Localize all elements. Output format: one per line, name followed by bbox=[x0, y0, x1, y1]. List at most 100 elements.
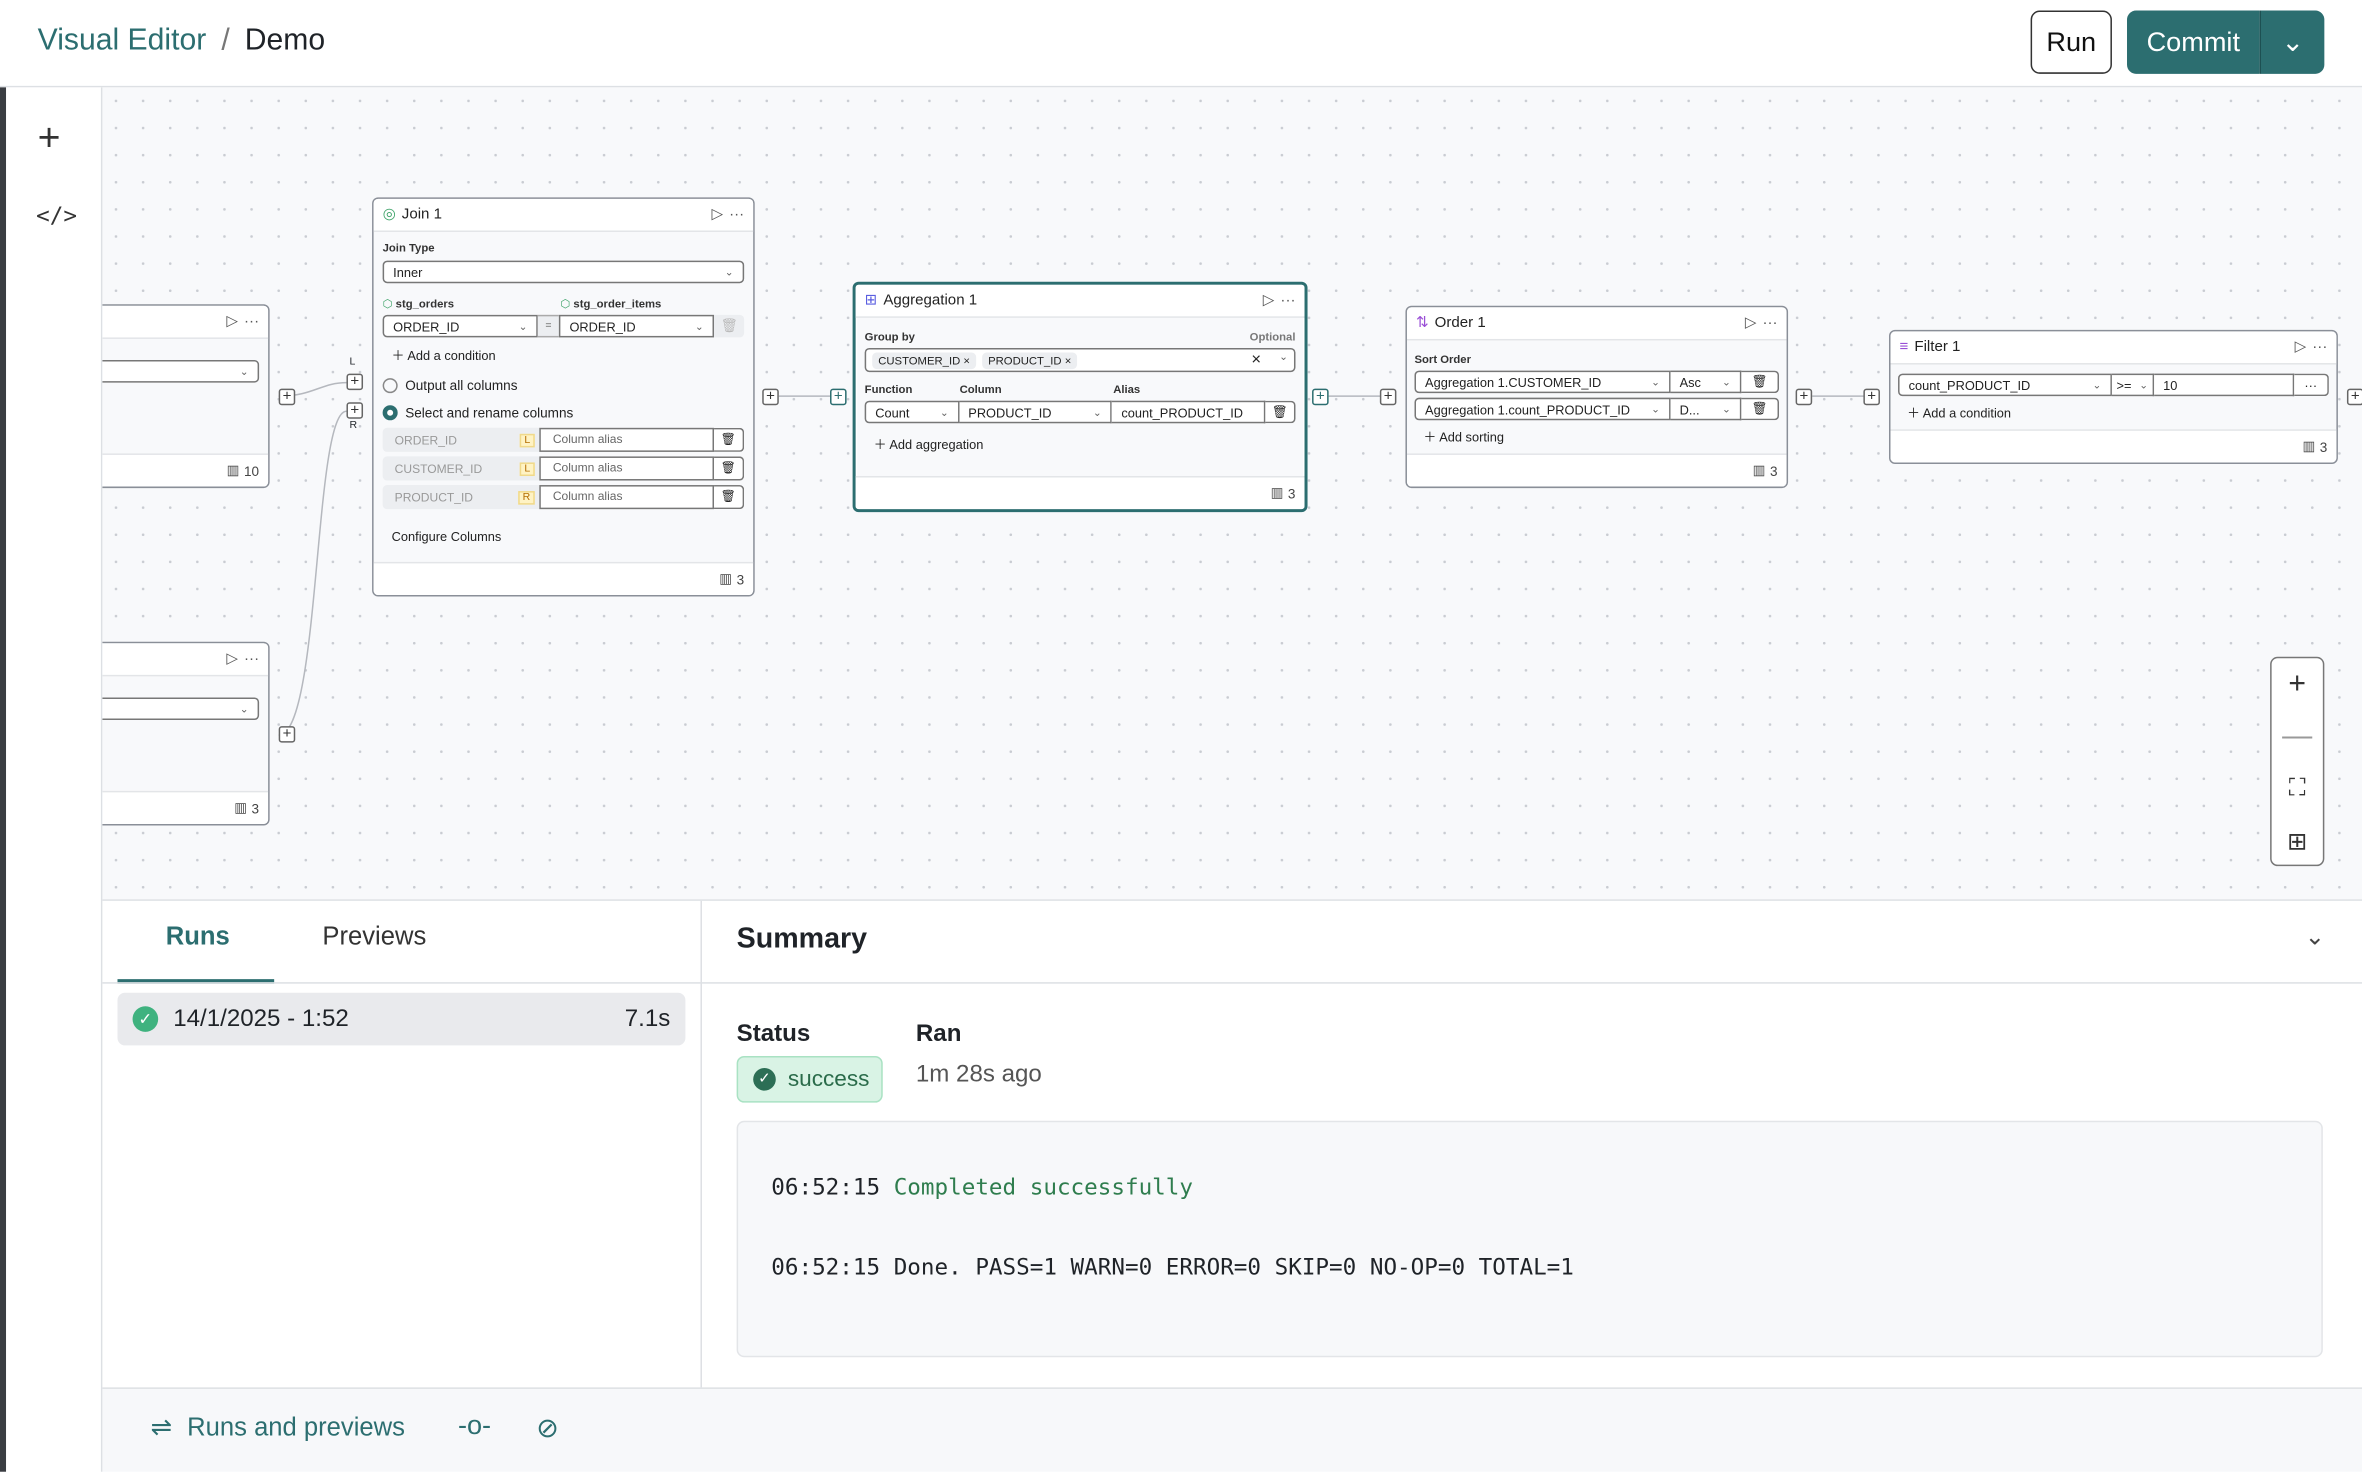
group-by-select[interactable]: CUSTOMER_ID × PRODUCT_ID × × ⌄ bbox=[864, 347, 1296, 373]
tab-previews[interactable]: Previews bbox=[322, 922, 426, 952]
output-handle[interactable]: + bbox=[762, 388, 779, 406]
chevron-down-icon[interactable]: ⌄ bbox=[240, 365, 249, 378]
flow-canvas[interactable]: ▷ ··· ⌄ ▥ 10 + ▷ ··· ⌄ ▥ 3 + L + + R ◎ Join 1… bbox=[102, 87, 2362, 900]
table-icon: ⬡ bbox=[382, 296, 393, 311]
right-column-select[interactable]: ORDER_ID ⌄ bbox=[558, 314, 715, 338]
left-table-label: stg_orders bbox=[395, 296, 455, 311]
output-handle[interactable]: + bbox=[278, 388, 296, 406]
trash-icon[interactable]: 🗑 bbox=[714, 485, 745, 510]
side-badge: R bbox=[518, 490, 535, 504]
column-select[interactable]: PRODUCT_ID ⌄ bbox=[959, 400, 1113, 424]
input-handle[interactable]: + bbox=[1863, 388, 1880, 406]
fit-view-icon[interactable]: ⛶ bbox=[2272, 763, 2323, 815]
column-alias-input[interactable]: Column alias bbox=[539, 427, 715, 452]
column-alias-input[interactable]: Column alias bbox=[539, 485, 715, 510]
trash-icon[interactable]: 🗑 bbox=[714, 427, 745, 452]
output-handle[interactable]: + bbox=[278, 726, 296, 743]
group-by-label: Group by bbox=[864, 329, 915, 344]
output-handle[interactable]: + bbox=[1795, 388, 1813, 406]
layout-grid-icon[interactable]: ⊞ bbox=[2272, 815, 2323, 867]
remove-chip-icon[interactable]: × bbox=[1065, 353, 1072, 367]
sort-direction-select[interactable]: D... ⌄ bbox=[1670, 397, 1742, 421]
tab-runs[interactable]: Runs bbox=[166, 922, 230, 952]
commit-graph-icon[interactable]: -o- bbox=[458, 1410, 491, 1442]
side-badge: L bbox=[519, 461, 535, 476]
play-icon[interactable]: ▷ bbox=[711, 206, 723, 223]
more-icon[interactable]: ··· bbox=[244, 651, 259, 668]
remove-chip-icon[interactable]: × bbox=[963, 353, 970, 367]
columns-icon: ▥ bbox=[1752, 462, 1766, 478]
more-icon[interactable]: ··· bbox=[2312, 339, 2327, 356]
filter-icon: ≡ bbox=[1899, 338, 1909, 356]
trash-icon[interactable]: 🗑 bbox=[714, 456, 745, 481]
trash-icon[interactable]: 🗑 bbox=[1741, 370, 1780, 394]
aggregation-node[interactable]: ⊞ Aggregation 1 ▷ ··· Group by Optional CUST… bbox=[852, 281, 1308, 513]
play-icon[interactable]: ▷ bbox=[1745, 315, 1757, 332]
function-select[interactable]: Count ⌄ bbox=[864, 400, 960, 424]
clear-icon[interactable]: × bbox=[1251, 351, 1261, 369]
join-type-select[interactable]: Inner ⌄ bbox=[382, 260, 745, 284]
more-icon[interactable]: ··· bbox=[244, 313, 259, 330]
filter-column-select[interactable]: count_PRODUCT_ID ⌄ bbox=[1898, 373, 2112, 397]
alias-label: Alias bbox=[1113, 382, 1141, 397]
output-all-radio[interactable]: Output all columns bbox=[382, 378, 745, 394]
more-icon[interactable]: ··· bbox=[1280, 292, 1295, 309]
left-column-select[interactable]: ORDER_ID ⌄ bbox=[382, 314, 539, 338]
column-name: PRODUCT_ID R bbox=[382, 485, 540, 510]
sort-column-select[interactable]: Aggregation 1.CUSTOMER_ID ⌄ bbox=[1414, 370, 1671, 394]
chevron-down-icon[interactable]: ⌄ bbox=[1279, 351, 1288, 369]
input-handle[interactable]: + bbox=[830, 388, 847, 406]
trash-icon[interactable]: 🗑 bbox=[714, 314, 745, 338]
configure-columns-button[interactable]: Configure Columns bbox=[392, 529, 744, 544]
more-icon[interactable]: ··· bbox=[1762, 315, 1777, 332]
collapse-icon[interactable]: ⌄ bbox=[2305, 922, 2325, 952]
run-button[interactable]: Run bbox=[2030, 10, 2112, 74]
column-alias-input[interactable]: Column alias bbox=[539, 456, 715, 481]
sort-direction-select[interactable]: Asc ⌄ bbox=[1670, 370, 1742, 394]
code-icon[interactable]: </> bbox=[36, 202, 77, 229]
select-rename-radio[interactable]: Select and rename columns bbox=[382, 405, 745, 421]
source-node-1[interactable]: ▷ ··· ⌄ ▥ 10 bbox=[102, 304, 270, 489]
runs-previews-button[interactable]: ⇌ Runs and previews bbox=[151, 1413, 405, 1443]
commit-button[interactable]: Commit bbox=[2127, 10, 2260, 74]
run-duration: 7.1s bbox=[624, 1005, 671, 1032]
sort-column-select[interactable]: Aggregation 1.count_PRODUCT_ID ⌄ bbox=[1414, 397, 1671, 421]
join-input-left-handle[interactable]: + bbox=[346, 373, 364, 391]
trash-icon[interactable]: 🗑 bbox=[1265, 400, 1296, 424]
zoom-controls: + — ⛶ ⊞ bbox=[2270, 656, 2325, 867]
add-condition-button[interactable]: ＋ Add a condition bbox=[1907, 404, 2329, 422]
filter-value-input[interactable]: 10 bbox=[2154, 373, 2295, 397]
play-icon[interactable]: ▷ bbox=[226, 651, 238, 668]
breadcrumb-separator: / bbox=[221, 24, 230, 58]
filter-operator-select[interactable]: >= ⌄ bbox=[2111, 373, 2155, 397]
zoom-out-icon[interactable]: — bbox=[2272, 711, 2323, 763]
play-icon[interactable]: ▷ bbox=[1263, 292, 1275, 309]
chevron-down-icon[interactable]: ⌄ bbox=[240, 703, 249, 715]
source-node-2[interactable]: ▷ ··· ⌄ ▥ 3 bbox=[102, 641, 270, 826]
filter-node[interactable]: ≡ Filter 1 ▷ ··· count_PRODUCT_ID ⌄ >= ⌄ 10 ·… bbox=[1889, 329, 2338, 464]
add-aggregation-button[interactable]: ＋ Add aggregation bbox=[874, 435, 1296, 453]
left-rail: + </> bbox=[0, 87, 103, 1472]
join-input-right-handle[interactable]: + bbox=[346, 402, 364, 419]
input-handle[interactable]: + bbox=[1379, 388, 1397, 406]
commit-dropdown-button[interactable]: ⌄ bbox=[2259, 10, 2325, 74]
run-list-item[interactable]: ✓ 14/1/2025 - 1:52 7.1s bbox=[117, 992, 686, 1046]
plus-icon[interactable]: + bbox=[38, 114, 61, 161]
join-node[interactable]: ◎ Join 1 ▷ ··· Join Type Inner ⌄ ⬡ stg_order… bbox=[372, 197, 755, 597]
status-label: Status bbox=[736, 1021, 811, 1047]
output-handle[interactable]: + bbox=[1312, 388, 1329, 406]
alias-input[interactable]: count_PRODUCT_ID bbox=[1112, 400, 1266, 424]
play-icon[interactable]: ▷ bbox=[226, 313, 238, 330]
compass-icon[interactable]: ⊘ bbox=[536, 1413, 559, 1445]
zoom-in-icon[interactable]: + bbox=[2272, 658, 2323, 710]
add-sorting-button[interactable]: ＋ Add sorting bbox=[1424, 428, 1780, 446]
breadcrumb-visual-editor[interactable]: Visual Editor bbox=[38, 24, 207, 59]
more-icon[interactable]: ··· bbox=[2294, 373, 2329, 397]
add-condition-button[interactable]: ＋ Add a condition bbox=[392, 346, 744, 364]
output-handle[interactable]: + bbox=[2346, 388, 2362, 406]
order-node[interactable]: ⇅ Order 1 ▷ ··· Sort Order Aggregation 1.CU… bbox=[1405, 305, 1789, 489]
trash-icon[interactable]: 🗑 bbox=[1741, 397, 1780, 421]
columns-icon: ▥ bbox=[234, 799, 248, 815]
more-icon[interactable]: ··· bbox=[729, 206, 744, 223]
play-icon[interactable]: ▷ bbox=[2295, 339, 2307, 356]
